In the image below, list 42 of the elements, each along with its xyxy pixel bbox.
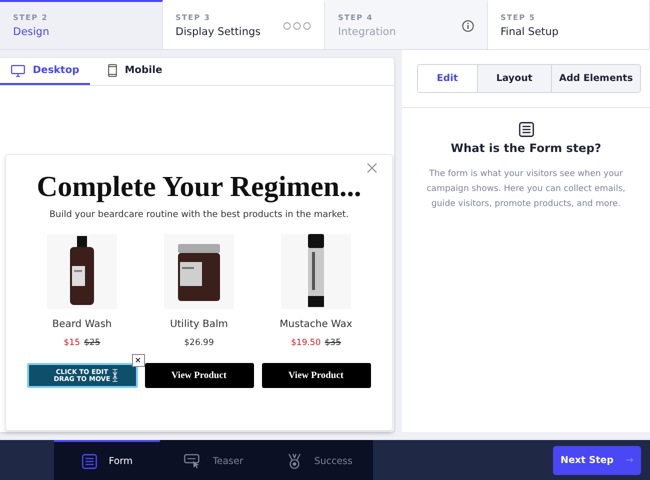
- close-icon[interactable]: [367, 163, 377, 173]
- popup-heading: Complete Your Regimen...: [36, 171, 362, 204]
- stage-tab-label: Form: [108, 456, 133, 466]
- product-price: $26.99: [184, 338, 214, 348]
- original-price: $25: [84, 338, 100, 348]
- help-text: The form is what your visitors see when your campaign shows. Here you can collect emails, guide visitors, promote products, and more.: [426, 168, 626, 211]
- step-title: Display Settings: [176, 26, 261, 38]
- phone-icon: [108, 64, 117, 77]
- progress-dots-icon: [283, 22, 311, 30]
- help-title: What is the Form step?: [450, 141, 602, 155]
- form-icon: [82, 454, 97, 468]
- cursor-icon: [112, 369, 118, 382]
- remove-button[interactable]: ✕: [132, 354, 144, 367]
- product-price: $19.50: [291, 338, 321, 348]
- panel-tab[interactable]: Add Elements: [552, 65, 640, 92]
- monitor-icon: [10, 64, 25, 76]
- product-price: $15: [64, 338, 80, 348]
- next-step-button[interactable]: Next Step →: [553, 446, 641, 474]
- view-product-button[interactable]: View Product: [144, 363, 254, 388]
- view-product-button[interactable]: View Product: [262, 363, 370, 388]
- stage-tab-label: Teaser: [212, 456, 244, 466]
- stage-tab[interactable]: Form: [54, 440, 160, 480]
- original-price: $35: [324, 338, 341, 348]
- stage-tab[interactable]: Teaser: [160, 440, 267, 480]
- device-tab-label: Mobile: [124, 65, 162, 76]
- popup-subheading: Build your beardcare routine with the best products in the market.: [49, 210, 349, 220]
- step-title: Integration: [338, 26, 396, 38]
- device-tab[interactable]: Mobile: [90, 58, 180, 85]
- device-tab[interactable]: Desktop: [0, 58, 90, 85]
- device-tab-label: Desktop: [32, 65, 80, 76]
- panel-tab[interactable]: Edit: [418, 65, 478, 92]
- product-name: Beard Wash: [52, 319, 112, 330]
- medal-icon: [287, 453, 302, 469]
- pointer-card-icon: [184, 454, 201, 468]
- panel-tab[interactable]: Layout: [478, 65, 552, 92]
- step-title: Design: [13, 26, 50, 38]
- step-title: Final Setup: [500, 26, 559, 38]
- stage-tab[interactable]: Success: [266, 440, 373, 480]
- product-name: Mustache Wax: [280, 319, 352, 330]
- form-icon: [518, 122, 534, 137]
- product-name: Utility Balm: [170, 319, 228, 330]
- stage-tab-label: Success: [314, 456, 352, 466]
